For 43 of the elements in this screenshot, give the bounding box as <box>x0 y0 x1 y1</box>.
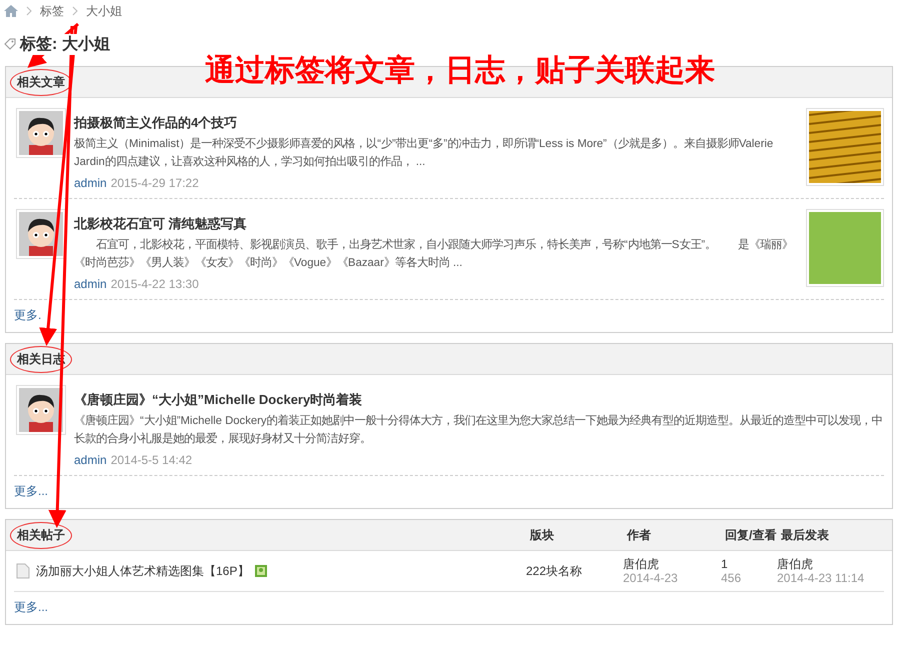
chevron-icon <box>72 6 78 16</box>
page-title: 标签: 大小姐 <box>20 34 110 54</box>
post-date: 2015-4-22 13:30 <box>110 277 199 291</box>
post-date: 2015-4-29 17:22 <box>110 176 199 190</box>
thread-date: 2014-4-23 <box>623 571 679 585</box>
author-link[interactable]: admin <box>74 277 107 291</box>
chevron-icon <box>26 6 32 16</box>
section-heading: 相关帖子 <box>10 522 72 548</box>
post-title[interactable]: 北影校花石宜可 清纯魅惑写真 <box>74 215 798 233</box>
post-excerpt: 极简主义（Minimalist）是一种深受不少摄影师喜爱的风格，以“少”带出更“多”的冲击力，即所谓“Less is More”（少就是多）。来自摄影师Valerie Jardin的四点建议，让喜欢这种风格的人，学习如何拍出吸引的作品， ... <box>74 136 774 170</box>
column-header: 版块 <box>530 526 555 544</box>
post-excerpt: 石宜可，北影校花，平面模特、影视剧演员、歌手，出身艺术世家，自小跟随大师学习声乐，特长美声，号称“内地第一S女王”。 是《瑞丽》《时尚芭莎》《男人装》《女友》《时尚》《Vogue》《Bazaar》等各大时尚 ... <box>74 237 794 271</box>
post-title[interactable]: 《唐顿庄园》“大小姐”Michelle Dockery时尚着装 <box>74 391 884 409</box>
forum-name[interactable]: 222块名称 <box>526 562 623 580</box>
tag-icon <box>4 38 16 50</box>
more-link[interactable]: 更多... <box>6 592 892 624</box>
seats-picture <box>809 111 881 183</box>
avatar-drawing <box>16 209 66 259</box>
avatar-drawing <box>16 108 66 158</box>
column-header: 作者 <box>627 526 652 544</box>
last-poster[interactable]: 唐伯虎 <box>777 557 884 571</box>
document-icon <box>16 563 30 579</box>
home-icon[interactable] <box>4 5 18 17</box>
breadcrumb-link[interactable]: 大小姐 <box>86 2 122 20</box>
last-post-time: 2014-4-23 11:14 <box>777 571 866 585</box>
reply-count: 1 <box>721 557 729 571</box>
column-header: 最后发表 <box>781 526 830 544</box>
photo-placeholder <box>809 212 881 284</box>
post-excerpt: 《唐顿庄园》“大小姐”Michelle Dockery的着装正如她剧中一般十分得体大方，我们在这里为您大家总结一下她最为经典有型的近期造型。从最近的造型中可以发现，中长款的合身小礼服是她的最爱，展现好身材又十分简洁好穿。 <box>74 413 884 447</box>
thread-title[interactable]: 汤加丽大小姐人体艺术精选图集【16P】 <box>36 562 250 580</box>
post-date: 2014-5-5 14:42 <box>110 453 192 467</box>
more-link[interactable]: 更多. <box>6 300 892 332</box>
column-header: 回复/查看 <box>725 526 778 544</box>
post-title[interactable]: 拍摄极简主义作品的4个技巧 <box>74 114 798 132</box>
breadcrumb-link[interactable]: 标签 <box>40 2 64 20</box>
author-link[interactable]: admin <box>74 453 107 467</box>
section-heading: 相关文章 <box>10 68 72 96</box>
author-link[interactable]: admin <box>74 176 107 190</box>
thread-author[interactable]: 唐伯虎 <box>623 557 721 571</box>
view-count: 456 <box>721 571 742 585</box>
avatar-drawing <box>16 385 66 435</box>
annotation-text: 通过标签将文章，日志，贴子关联起来 <box>205 53 715 89</box>
more-link[interactable]: 更多... <box>6 476 892 508</box>
